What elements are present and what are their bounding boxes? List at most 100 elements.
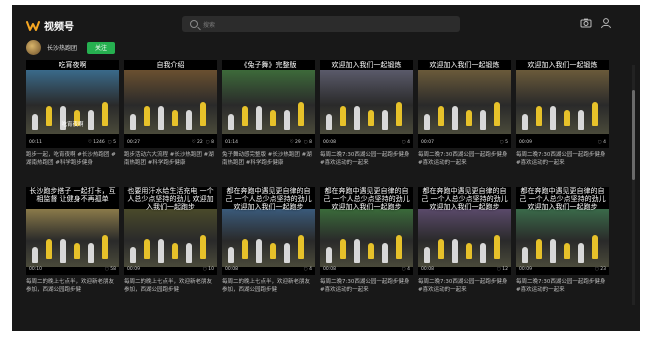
video-description[interactable]: 每周二的晚上七点半，欢迎新老朋友参加，西湖公园跑步健: [222, 278, 315, 294]
video-description[interactable]: 跑步活动六大流程 #长沙热跑团 #湖南热跑团 #科学跑步健康: [124, 151, 217, 167]
runner-figure: [452, 239, 458, 263]
avatar[interactable]: [26, 40, 41, 55]
runner-figure: [452, 106, 458, 130]
runner-figure: [284, 110, 290, 130]
video-duration: 00:08: [421, 267, 434, 272]
video-card[interactable]: 也要用汗水给生活充电 一个人总少点坚持的劲儿 欢迎加入我们一起跑步 00:09 ◌ …: [124, 187, 217, 307]
video-meta: 00:09 ◌ 23: [519, 267, 606, 272]
video-thumbnail[interactable]: 都在奔跑中遇见更自律的自己 一个人总少点坚持的劲儿 欢迎加入我们一起跑步 00:0…: [516, 187, 609, 275]
comment-count: ◌ 5: [107, 140, 116, 145]
thumbnail-image: [320, 209, 413, 267]
runner-figure: [438, 239, 444, 259]
video-thumbnail[interactable]: 欢迎加入我们一起锻炼 00:07 ◌ 5: [418, 60, 511, 148]
video-stats: ◌ 23: [595, 267, 606, 272]
video-description[interactable]: 每周二的晚上七点半，欢迎新老朋友参加，西湖公园跑步健: [26, 278, 119, 294]
runner-figure: [298, 102, 304, 126]
channel-header: 长沙热跑团 关注: [26, 40, 116, 55]
video-card[interactable]: 欢迎加入我们一起锻炼 00:07 ◌ 5 每周二晚7:30西湖公园一起跑步健身 #喜欢…: [418, 60, 511, 180]
runner-figure: [144, 239, 150, 259]
video-card[interactable]: 长沙跑步搭子 一起打卡，互相监督 让健身不再孤单 00:10 ◌ 58 每周二的晚上七…: [26, 187, 119, 307]
user-icon[interactable]: [600, 17, 612, 29]
video-description[interactable]: 每周二晚7:30西湖公园一起跑步健身 #喜欢运动的一起来: [418, 151, 511, 167]
video-card[interactable]: 都在奔跑中遇见更自律的自己 一个人总少点坚持的劲儿 欢迎加入我们一起跑步 00:0…: [418, 187, 511, 307]
like-count: ♡ 22: [191, 140, 203, 145]
video-card[interactable]: 欢迎加入我们一起锻炼 00:09 ◌ 4 每周二晚7:30西湖公园一起跑步健身 #喜欢…: [516, 60, 609, 180]
video-card[interactable]: 都在奔跑中遇见更自律的自己 一个人总少点坚持的劲儿 欢迎加入我们一起跑步 00:0…: [320, 187, 413, 307]
follow-button[interactable]: 关注: [87, 41, 116, 54]
search-input[interactable]: 搜索: [182, 16, 460, 32]
runner-figure: [144, 106, 150, 126]
runner-figure: [368, 243, 374, 259]
search-icon: [190, 20, 198, 28]
runner-figure: [88, 243, 94, 263]
video-stats: ◌ 5: [500, 140, 508, 145]
channel-name[interactable]: 长沙热跑团: [47, 43, 77, 52]
video-card[interactable]: 都在奔跑中遇见更自律的自己 一个人总少点坚持的劲儿 欢迎加入我们一起跑步 00:0…: [222, 187, 315, 307]
runner-figure: [242, 106, 248, 126]
thumbnail-image: [516, 70, 609, 134]
video-thumbnail[interactable]: 都在奔跑中遇见更自律的自己 一个人总少点坚持的劲儿 欢迎加入我们一起跑步 00:0…: [320, 187, 413, 275]
thumbnail-image: [418, 70, 511, 134]
runner-figure: [522, 247, 528, 263]
video-stats: ◌ 12: [497, 267, 508, 272]
runner-figure: [396, 235, 402, 259]
video-duration: 00:11: [29, 140, 42, 145]
runner-figure: [158, 239, 164, 263]
video-thumbnail[interactable]: 都在奔跑中遇见更自律的自己 一个人总少点坚持的劲儿 欢迎加入我们一起跑步 00:0…: [222, 187, 315, 275]
camera-icon[interactable]: [580, 17, 592, 29]
runner-figure: [578, 110, 584, 130]
runner-figure: [550, 239, 556, 263]
runner-figure: [46, 239, 52, 259]
video-card[interactable]: 都在奔跑中遇见更自律的自己 一个人总少点坚持的劲儿 欢迎加入我们一起跑步 00:0…: [516, 187, 609, 307]
scrollbar[interactable]: [632, 65, 635, 305]
video-stats: ◌ 10: [203, 267, 214, 272]
thumbnail-image: [222, 70, 315, 134]
runner-figure: [466, 110, 472, 126]
video-description[interactable]: 每周二晚7:30西湖公园一起跑步健身 #喜欢运动的一起来: [418, 278, 511, 294]
runner-figure: [424, 247, 430, 263]
video-description[interactable]: 每周二晚7:30西湖公园一起跑步健身 #喜欢运动的一起来: [320, 151, 413, 167]
video-card[interactable]: 自我介绍 00:27 ♡ 22 ◌ 8 跑步活动六大流程 #长沙热跑团 #湖南热跑团 #…: [124, 60, 217, 180]
thumbnail-image: [320, 70, 413, 134]
video-description[interactable]: 每周二晚7:30西湖公园一起跑步健身 #喜欢运动的一起来: [320, 278, 413, 294]
runner-figure: [130, 247, 136, 263]
scrollbar-thumb[interactable]: [632, 90, 635, 180]
runner-figure: [382, 243, 388, 263]
video-thumbnail[interactable]: 《兔子舞》完整版 01:14 ♡ 29 ◌ 8: [222, 60, 315, 148]
video-card[interactable]: 吃宵夜啊 吃宵夜啊 00:11 ♡ 1246 ◌ 5 跑步一起，吃宵夜啊 #长沙热跑团 #…: [26, 60, 119, 180]
runner-figure: [200, 235, 206, 259]
comment-count: ◌ 5: [499, 140, 508, 145]
app-logo[interactable]: 视频号: [26, 18, 74, 33]
runner-figure: [564, 110, 570, 126]
runner-figure: [270, 243, 276, 259]
runner-figure: [592, 102, 598, 126]
video-card[interactable]: 《兔子舞》完整版 01:14 ♡ 29 ◌ 8 兔子舞动感完整版 #长沙热跑团 #湖南热…: [222, 60, 315, 180]
video-duration: 00:09: [519, 267, 532, 272]
video-thumbnail[interactable]: 长沙跑步搭子 一起打卡，互相监督 让健身不再孤单 00:10 ◌ 58: [26, 187, 119, 275]
video-description[interactable]: 每周二晚7:30西湖公园一起跑步健身 #喜欢运动的一起来: [516, 151, 609, 167]
video-thumbnail[interactable]: 欢迎加入我们一起锻炼 00:09 ◌ 4: [516, 60, 609, 148]
video-meta: 00:07 ◌ 5: [421, 140, 508, 145]
runner-figure: [522, 114, 528, 130]
video-description[interactable]: 每周二晚7:30西湖公园一起跑步健身 #喜欢运动的一起来: [516, 278, 609, 294]
video-thumbnail[interactable]: 欢迎加入我们一起锻炼 00:08 ◌ 4: [320, 60, 413, 148]
video-thumbnail[interactable]: 自我介绍 00:27 ♡ 22 ◌ 8: [124, 60, 217, 148]
video-description[interactable]: 兔子舞动感完整版 #长沙热跑团 #湖南热跑团 #科学跑步健康: [222, 151, 315, 167]
thumbnail-image: [26, 209, 119, 267]
runner-figure: [536, 106, 542, 126]
video-description[interactable]: 每周二的晚上七点半，欢迎新老朋友参加，西湖公园跑步健: [124, 278, 217, 294]
video-description[interactable]: 跑步一起，吃宵夜啊 #长沙热跑团 #湖南热跑团 #科学跑步健身: [26, 151, 119, 167]
runner-figure: [228, 247, 234, 263]
video-thumbnail[interactable]: 吃宵夜啊 吃宵夜啊 00:11 ♡ 1246 ◌ 5: [26, 60, 119, 148]
runner-figure: [102, 235, 108, 259]
runner-figure: [326, 114, 332, 130]
runner-figure: [256, 106, 262, 130]
video-meta: 00:09 ◌ 10: [127, 267, 214, 272]
video-card[interactable]: 欢迎加入我们一起锻炼 00:08 ◌ 4 每周二晚7:30西湖公园一起跑步健身 #喜欢…: [320, 60, 413, 180]
comment-count: ◌ 4: [597, 140, 606, 145]
video-thumbnail[interactable]: 也要用汗水给生活充电 一个人总少点坚持的劲儿 欢迎加入我们一起跑步 00:09 ◌ …: [124, 187, 217, 275]
thumbnail-image: [222, 209, 315, 267]
video-thumbnail[interactable]: 都在奔跑中遇见更自律的自己 一个人总少点坚持的劲儿 欢迎加入我们一起跑步 00:0…: [418, 187, 511, 275]
video-meta: 00:11 ♡ 1246 ◌ 5: [29, 140, 116, 145]
comment-count: ◌ 4: [303, 267, 312, 272]
